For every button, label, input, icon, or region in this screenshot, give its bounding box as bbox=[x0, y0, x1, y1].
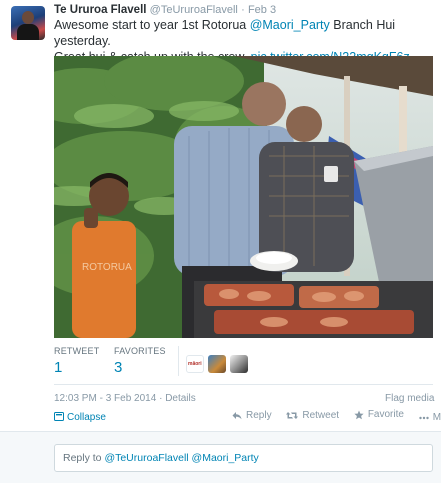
retweet-button[interactable]: Retweet bbox=[286, 410, 339, 421]
favorite-button[interactable]: Favorite bbox=[354, 409, 404, 420]
photo-illustration: ROTORUA bbox=[54, 56, 433, 338]
reply-label: Reply bbox=[246, 409, 272, 421]
details-link[interactable]: Details bbox=[165, 393, 196, 404]
maori-party-badge-text: māori bbox=[188, 361, 202, 367]
collapse-label: Collapse bbox=[67, 412, 106, 423]
retweet-count[interactable]: 1 bbox=[54, 359, 99, 376]
retweet-icon bbox=[286, 411, 299, 419]
reply-input[interactable]: Reply to @TeUruroaFlavell @Maori_Party bbox=[54, 444, 433, 472]
svg-text:ROTORUA: ROTORUA bbox=[82, 262, 132, 273]
mention-link[interactable]: @Maori_Party bbox=[250, 18, 330, 32]
tweet-timestamp: 12:03 PM - 3 Feb 2014 bbox=[54, 393, 157, 404]
stats-bottom-border bbox=[54, 384, 433, 385]
reply-prefix: Reply to bbox=[63, 452, 105, 464]
star-icon bbox=[354, 410, 364, 419]
more-button[interactable]: More bbox=[419, 412, 441, 423]
favorite-label: Favorite bbox=[367, 409, 404, 420]
tweet-header: Te Ururoa Flavell @TeUruroaFlavell · Feb… bbox=[54, 4, 276, 16]
collapse-icon bbox=[54, 412, 64, 421]
retweet-label: Retweet bbox=[302, 409, 340, 421]
reply-button[interactable]: Reply bbox=[232, 410, 272, 421]
collapse-button[interactable]: Collapse bbox=[54, 412, 106, 423]
favorite-count[interactable]: 3 bbox=[114, 359, 166, 376]
tweet-actions: Reply Retweet Favorite More bbox=[232, 409, 441, 423]
favorite-count-label: FAVORITES bbox=[114, 346, 166, 356]
header-separator: · bbox=[241, 4, 245, 16]
favoriter-avatar-3[interactable] bbox=[230, 355, 248, 373]
author-screenname[interactable]: @TeUruroaFlavell bbox=[150, 4, 238, 16]
reply-area: Reply to @TeUruroaFlavell @Maori_Party bbox=[0, 432, 441, 483]
retweet-count-label: RETWEET bbox=[54, 346, 100, 356]
tweet-stats: RETWEET 1 FAVORITES 3 māori bbox=[54, 346, 433, 382]
retweet-stat[interactable]: RETWEET 1 bbox=[54, 346, 99, 376]
flag-media-link[interactable]: Flag media bbox=[385, 393, 434, 404]
favoriter-avatar-2[interactable] bbox=[208, 355, 226, 373]
reply-mention-author: @TeUruroaFlavell bbox=[104, 452, 189, 464]
reply-icon bbox=[232, 411, 242, 419]
more-label: More bbox=[432, 412, 441, 423]
meta-separator: · bbox=[156, 393, 166, 404]
avatar[interactable] bbox=[11, 6, 45, 40]
tweet-meta: 12:03 PM - 3 Feb 2014 · Details bbox=[54, 393, 196, 404]
reply-mention-party: @Maori_Party bbox=[191, 452, 259, 464]
more-dots-icon bbox=[419, 416, 429, 419]
author-fullname[interactable]: Te Ururoa Flavell bbox=[54, 4, 146, 16]
tweet-time[interactable]: Feb 3 bbox=[248, 4, 276, 16]
favorite-stat[interactable]: FAVORITES 3 bbox=[114, 346, 166, 376]
favoriter-avatar-maori-party[interactable]: māori bbox=[186, 355, 204, 373]
avatar-body bbox=[17, 24, 39, 40]
avatar-head bbox=[22, 11, 34, 24]
tweet-text-part: Awesome start to year 1st Rotorua bbox=[54, 18, 250, 32]
tweet-card: Te Ururoa Flavell @TeUruroaFlavell · Feb… bbox=[0, 0, 441, 432]
stats-divider bbox=[178, 346, 179, 376]
tweet-photo[interactable]: ROTORUA bbox=[54, 56, 433, 338]
